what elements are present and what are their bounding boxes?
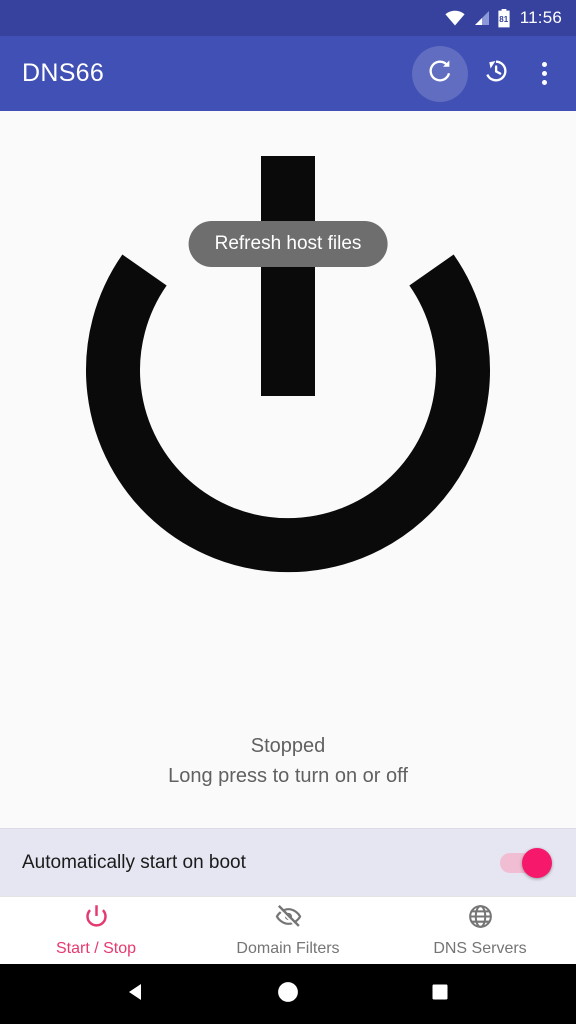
service-status-hint: Long press to turn on or off (168, 765, 408, 787)
tab-domain-filters[interactable]: Domain Filters (192, 897, 384, 964)
clock-text: 11:56 (519, 8, 562, 27)
history-icon (482, 57, 510, 90)
battery-icon: 81 (497, 8, 511, 28)
tab-dns-servers[interactable]: DNS Servers (384, 897, 576, 964)
status-bar: 81 11:56 (0, 0, 576, 36)
tab-domain-filters-label: Domain Filters (236, 940, 340, 957)
auto-start-on-boot-row[interactable]: Automatically start on boot (0, 828, 576, 896)
home-button[interactable] (258, 964, 318, 1024)
status-block: Stopped Long press to turn on or off (0, 731, 576, 791)
app-root: 81 11:56 DNS66 Refresh host files Stoppe… (0, 0, 576, 1024)
app-bar: DNS66 (0, 36, 576, 111)
auto-start-on-boot-label: Automatically start on boot (22, 851, 246, 873)
eye-off-icon (275, 903, 302, 935)
power-toggle-button[interactable] (62, 142, 514, 594)
triangle-back-icon (124, 980, 148, 1009)
main-content: Refresh host files Stopped Long press to… (0, 111, 576, 828)
overflow-menu-button[interactable] (524, 46, 564, 102)
power-area: Stopped Long press to turn on or off (0, 111, 576, 828)
more-vertical-icon (541, 62, 547, 85)
wifi-icon (445, 10, 465, 26)
back-button[interactable] (106, 964, 166, 1024)
square-recents-icon (429, 981, 451, 1008)
battery-level-text: 81 (499, 14, 509, 24)
service-status-text: Stopped (250, 735, 326, 757)
refresh-host-files-button[interactable] (412, 45, 468, 102)
cellular-signal-icon (472, 10, 490, 26)
refresh-icon (426, 57, 454, 90)
tab-start-stop[interactable]: Start / Stop (0, 897, 192, 964)
system-navigation-bar (0, 964, 576, 1024)
toggle-thumb (522, 847, 552, 878)
bottom-navigation: Start / Stop Domain Filters DNS Servers (0, 896, 576, 964)
history-button[interactable] (468, 46, 524, 102)
circle-home-icon (275, 979, 301, 1010)
auto-start-on-boot-toggle[interactable] (500, 846, 554, 880)
tab-dns-servers-label: DNS Servers (433, 940, 527, 957)
refresh-tooltip: Refresh host files (188, 221, 388, 267)
app-title: DNS66 (22, 59, 105, 87)
globe-icon (467, 903, 494, 935)
power-icon (83, 903, 110, 935)
recents-button[interactable] (410, 964, 470, 1024)
tab-start-stop-label: Start / Stop (55, 940, 137, 957)
